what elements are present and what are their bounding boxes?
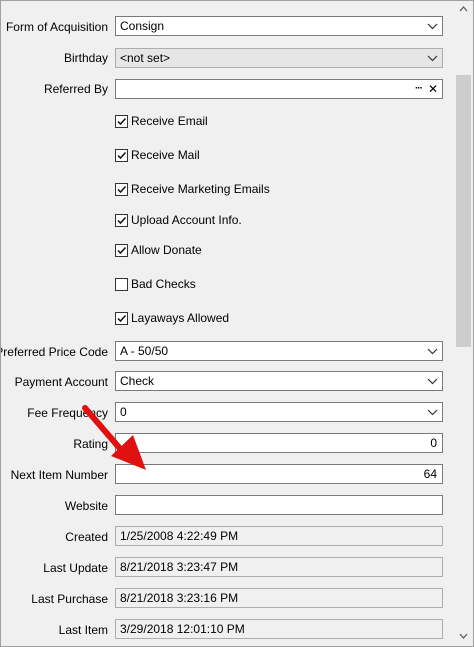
chevron-down-icon (427, 378, 438, 385)
chevron-down-icon (427, 23, 438, 30)
last-item-value: 3/29/2018 12:01:10 PM (115, 619, 443, 639)
fee-frequency-value: 0 (120, 405, 127, 419)
checkbox[interactable] (115, 277, 128, 291)
checkbox-row[interactable]: Upload Account Info. (115, 213, 242, 227)
preferred-price-code-label: Preferred Price Code (0, 345, 108, 359)
fee-frequency-label: Fee Frequency (27, 406, 108, 420)
payment-account-dropdown[interactable]: Check (115, 371, 443, 391)
last-item-label: Last Item (58, 623, 108, 637)
checkmark-icon (117, 314, 127, 322)
last-purchase-label: Last Purchase (31, 592, 108, 606)
last-purchase-value: 8/21/2018 3:23:16 PM (115, 588, 443, 608)
checkbox-row[interactable]: Layaways Allowed (115, 311, 229, 325)
checkmark-icon (117, 216, 127, 224)
next-item-number-label: Next Item Number (10, 468, 108, 482)
checkbox-row[interactable]: Receive Email (115, 114, 208, 128)
preferred-price-code-value: A - 50/50 (120, 344, 169, 358)
form-of-acquisition-value: Consign (120, 19, 165, 33)
website-label: Website (64, 499, 108, 513)
checkbox-label: Receive Mail (131, 148, 200, 162)
last-update-label: Last Update (43, 561, 108, 575)
checkmark-icon (117, 117, 127, 125)
more-icon[interactable]: ··· (415, 80, 423, 98)
form-of-acquisition-dropdown[interactable]: Consign (115, 16, 443, 36)
checkmark-icon (117, 151, 127, 159)
checkbox[interactable] (115, 148, 128, 162)
birthday-value: <not set> (120, 51, 171, 65)
checkbox-row[interactable]: Allow Donate (115, 243, 202, 257)
checkbox-row[interactable]: Receive Mail (115, 148, 200, 162)
birthday-label: Birthday (63, 51, 108, 65)
payment-account-value: Check (120, 374, 155, 388)
fee-frequency-dropdown[interactable]: 0 (115, 402, 443, 422)
checkbox-label: Upload Account Info. (131, 213, 242, 227)
scrollbar-thumb[interactable] (456, 75, 471, 347)
chevron-down-icon (427, 348, 438, 355)
website-input[interactable] (115, 495, 443, 515)
rating-label: Rating (73, 437, 108, 451)
form-of-acquisition-label: Form of Acquisition (5, 20, 108, 34)
checkmark-icon (117, 246, 127, 254)
rating-input[interactable]: 0 (115, 433, 443, 453)
checkmark-icon (117, 185, 127, 193)
birthday-dropdown[interactable]: <not set> (115, 48, 443, 68)
checkbox-label: Layaways Allowed (131, 311, 230, 325)
preferred-price-code-dropdown[interactable]: A - 50/50 (115, 341, 443, 361)
checkbox[interactable] (115, 213, 128, 227)
checkbox-row[interactable]: Receive Marketing Emails (115, 182, 270, 196)
referred-by-label: Referred By (43, 82, 108, 96)
checkbox-label: Receive Marketing Emails (131, 182, 270, 196)
customer-details-panel: Form of Acquisition Consign Birthday <no… (0, 0, 474, 647)
chevron-down-icon (427, 409, 438, 416)
checkbox-label: Allow Donate (131, 243, 202, 257)
checkbox[interactable] (115, 243, 128, 257)
checkbox[interactable] (115, 114, 128, 128)
payment-account-label: Payment Account (14, 375, 108, 389)
checkbox-label: Bad Checks (131, 277, 196, 291)
referred-by-field[interactable]: ··· ✕ (115, 79, 443, 99)
checkbox-row[interactable]: Bad Checks (115, 277, 196, 291)
next-item-number-input[interactable]: 64 (115, 464, 443, 484)
created-label: Created (65, 530, 108, 544)
scroll-up-icon[interactable] (458, 4, 469, 14)
scroll-down-icon[interactable] (458, 631, 469, 641)
last-update-value: 8/21/2018 3:23:47 PM (115, 557, 443, 577)
checkbox[interactable] (115, 182, 128, 196)
checkbox-label: Receive Email (131, 114, 208, 128)
created-value: 1/25/2008 4:22:49 PM (115, 526, 443, 546)
checkbox[interactable] (115, 311, 128, 325)
chevron-down-icon (427, 55, 438, 62)
clear-icon[interactable]: ✕ (428, 80, 438, 98)
